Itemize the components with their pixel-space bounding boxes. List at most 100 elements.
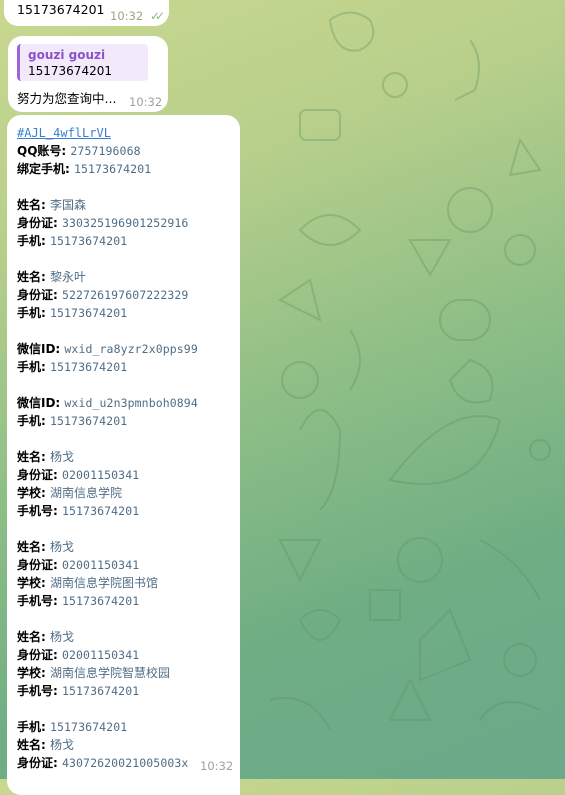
field-label: 手机: (17, 720, 50, 734)
field-value: 522726197607222329 (61, 288, 189, 302)
result-line: 身份证: 02001150341 (17, 556, 240, 574)
field-label: 身份证: (17, 756, 62, 770)
result-line: 手机号: 15173674201 (17, 592, 240, 610)
result-line (17, 322, 240, 340)
field-value: 15173674201 (49, 306, 128, 320)
field-label: 身份证: (17, 288, 62, 302)
result-line: 姓名: 杨戈 (17, 628, 240, 646)
result-line (17, 178, 240, 196)
message-time: 10:32 (110, 9, 144, 23)
result-line: 姓名: 杨戈 (17, 448, 240, 466)
field-label: 手机号: (17, 504, 62, 518)
field-value: 02001150341 (61, 648, 140, 662)
field-value: 15173674201 (61, 504, 140, 518)
field-value: 330325196901252916 (61, 216, 189, 230)
field-value: 杨戈 (49, 738, 74, 752)
result-line: 姓名: 杨戈 (17, 736, 240, 754)
field-value: 黎永叶 (49, 270, 86, 284)
field-value: 02001150341 (61, 468, 140, 482)
result-line (17, 250, 240, 268)
field-label: 手机号: (17, 684, 62, 698)
field-value: 15173674201 (49, 720, 128, 734)
result-line: QQ账号: 2757196068 (17, 142, 240, 160)
result-line: 学校: 湖南信息学院智慧校园 (17, 664, 240, 682)
field-value: 15173674201 (49, 414, 128, 428)
field-label: 姓名: (17, 450, 50, 464)
result-line: 身份证: 02001150341 (17, 466, 240, 484)
field-label: 身份证: (17, 216, 62, 230)
field-label: 绑定手机: (17, 162, 74, 176)
field-label: 微信ID: (17, 396, 65, 410)
field-label: 姓名: (17, 198, 50, 212)
field-value: 15173674201 (61, 684, 140, 698)
result-line: 学校: 湖南信息学院图书馆 (17, 574, 240, 592)
hashtag-link[interactable]: #AJL_4wflLrVL (17, 124, 240, 142)
result-line: 手机号: 15173674201 (17, 502, 240, 520)
field-value: 15173674201 (49, 234, 128, 248)
field-label: 微信ID: (17, 342, 65, 356)
outgoing-message[interactable]: 15173674201 10:32 ✓✓ (4, 0, 169, 26)
result-line: 手机: 15173674201 (17, 358, 240, 376)
reply-text: 15173674201 (28, 64, 112, 78)
result-line (17, 700, 240, 718)
result-line: 绑定手机: 15173674201 (17, 160, 240, 178)
field-value: 李国森 (49, 198, 86, 212)
field-value: 43072620021005003x (61, 756, 189, 770)
result-line: 姓名: 黎永叶 (17, 268, 240, 286)
field-label: 姓名: (17, 630, 50, 644)
result-line (17, 376, 240, 394)
message-time: 10:32 (200, 759, 234, 773)
result-line: 微信ID: wxid_ra8yzr2x0pps99 (17, 340, 240, 358)
result-line: 手机: 15173674201 (17, 412, 240, 430)
result-line: 手机: 15173674201 (17, 232, 240, 250)
field-value: 02001150341 (61, 558, 140, 572)
result-line (17, 610, 240, 628)
field-value: 2757196068 (70, 144, 141, 158)
result-line: 学校: 湖南信息学院 (17, 484, 240, 502)
field-label: 学校: (17, 486, 50, 500)
field-label: 姓名: (17, 270, 50, 284)
field-label: 学校: (17, 666, 50, 680)
result-lines: QQ账号: 2757196068 绑定手机: 15173674201 姓名: 李国森… (17, 142, 240, 772)
field-label: 手机: (17, 360, 50, 374)
double-check-icon: ✓✓ (150, 9, 165, 23)
result-line: 微信ID: wxid_u2n3pmnboh0894 (17, 394, 240, 412)
field-value: 湖南信息学院图书馆 (49, 576, 158, 590)
reply-sender-name: gouzi gouzi (28, 48, 106, 62)
field-value: 杨戈 (49, 540, 74, 554)
field-label: QQ账号: (17, 144, 71, 158)
result-line: 身份证: 02001150341 (17, 646, 240, 664)
field-value: 杨戈 (49, 450, 74, 464)
field-value: 15173674201 (73, 162, 152, 176)
field-label: 姓名: (17, 738, 50, 752)
field-value: 湖南信息学院 (49, 486, 122, 500)
field-value: 15173674201 (61, 594, 140, 608)
field-label: 身份证: (17, 558, 62, 572)
result-line (17, 520, 240, 538)
field-label: 手机: (17, 234, 50, 248)
field-label: 手机: (17, 414, 50, 428)
field-label: 学校: (17, 576, 50, 590)
result-line: 身份证: 522726197607222329 (17, 286, 240, 304)
bot-reply-message[interactable]: gouzi gouzi 15173674201 努力为您查询中... 10:32 (8, 36, 168, 112)
result-line: 手机: 15173674201 (17, 718, 240, 736)
result-line: 手机: 15173674201 (17, 304, 240, 322)
field-value: wxid_u2n3pmnboh0894 (64, 396, 198, 410)
message-time: 10:32 (129, 95, 163, 109)
result-line: 手机号: 15173674201 (17, 682, 240, 700)
reply-quote[interactable]: gouzi gouzi 15173674201 (17, 44, 148, 81)
field-label: 姓名: (17, 540, 50, 554)
field-label: 手机号: (17, 594, 62, 608)
field-value: wxid_ra8yzr2x0pps99 (64, 342, 198, 356)
result-line: 身份证: 330325196901252916 (17, 214, 240, 232)
result-line: 姓名: 杨戈 (17, 538, 240, 556)
field-value: 湖南信息学院智慧校园 (49, 666, 170, 680)
field-label: 手机: (17, 306, 50, 320)
result-line: 姓名: 李国森 (17, 196, 240, 214)
result-message[interactable]: #AJL_4wflLrVL QQ账号: 2757196068 绑定手机: 1517… (7, 115, 240, 795)
field-label: 身份证: (17, 468, 62, 482)
field-value: 杨戈 (49, 630, 74, 644)
result-line (17, 430, 240, 448)
field-label: 身份证: (17, 648, 62, 662)
field-value: 15173674201 (49, 360, 128, 374)
